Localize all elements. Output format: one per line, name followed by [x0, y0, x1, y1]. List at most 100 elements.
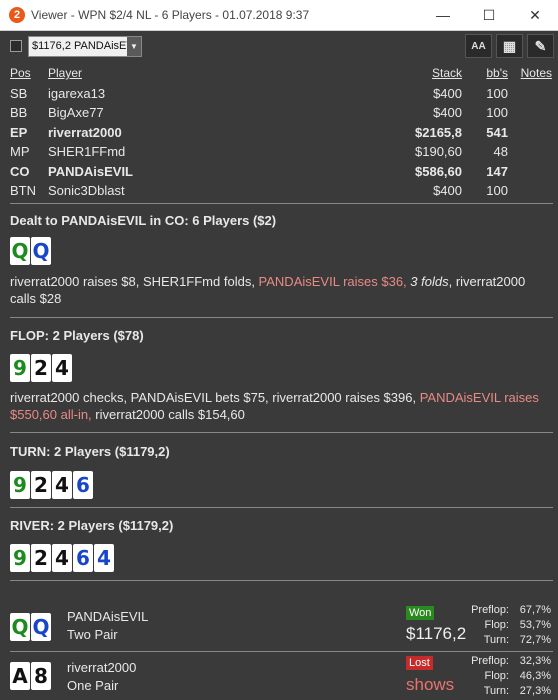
card: Q: [31, 613, 51, 641]
column-header-notes[interactable]: Notes: [521, 66, 552, 80]
column-header-pos[interactable]: Pos: [10, 66, 31, 80]
minimize-button[interactable]: —: [420, 0, 466, 31]
player-cell: riverrat2000: [48, 124, 122, 140]
player-cell: Sonic3Dblast: [48, 183, 125, 198]
pos-cell: CO: [10, 163, 30, 179]
card: 4: [52, 471, 72, 499]
bbs-cell: 541: [486, 124, 508, 140]
card: Q: [10, 613, 30, 641]
maximize-button[interactable]: ☐: [466, 0, 512, 31]
table-row[interactable]: MP SHER1FFmd $190,60 48: [0, 142, 558, 162]
hand-select-dropdown[interactable]: $1176,2 PANDAisEVIL ▼: [28, 35, 142, 57]
column-header-player[interactable]: Player: [48, 66, 82, 80]
river-title: RIVER: 2 Players ($1179,2): [10, 518, 174, 533]
card: 6: [73, 544, 93, 572]
river-cards: 9 2 4 6 4: [10, 544, 114, 572]
player-name: PANDAisEVIL: [67, 609, 149, 624]
player-cell: BigAxe77: [48, 105, 104, 120]
toolbar: $1176,2 PANDAisEVIL ▼ AA ▦ ✎: [0, 31, 558, 61]
grid-icon: ▦: [502, 37, 517, 54]
bbs-cell: 147: [486, 163, 508, 179]
action-text: riverrat2000 calls $154,60: [91, 407, 245, 422]
card: 4: [94, 544, 114, 572]
equity-stats: Preflop: 32,3% Flop: 46,3% Turn: 27,3%: [461, 654, 551, 699]
table-header-row: Pos Player Stack bb's Notes: [0, 64, 558, 84]
equity-value: 67,7%: [519, 604, 551, 616]
table-row[interactable]: BB BigAxe77 $400 100: [0, 103, 558, 123]
card: Q: [10, 237, 30, 265]
preflop-title: Dealt to PANDAisEVIL in CO: 6 Players ($…: [10, 213, 277, 228]
equity-label: Preflop:: [471, 604, 509, 616]
equity-value: 27,3%: [519, 685, 551, 697]
pos-cell: MP: [10, 144, 30, 159]
stack-cell: $586,60: [415, 163, 462, 179]
app-logo-icon: 2: [9, 7, 25, 23]
equity-value: 46,3%: [519, 670, 551, 682]
preflop-actions: riverrat2000 raises $8, SHER1FFmd folds,…: [10, 273, 550, 307]
divider: [10, 317, 553, 318]
turn-title: TURN: 2 Players ($1179,2): [10, 444, 170, 459]
divider: [10, 203, 553, 204]
showdown-cards: A 8: [10, 662, 51, 690]
won-badge: Won: [406, 606, 435, 620]
font-size-button[interactable]: AA: [465, 34, 492, 58]
card: 2: [31, 544, 51, 572]
card: 9: [10, 354, 30, 382]
pencil-icon: ✎: [534, 37, 547, 54]
folds-text: 3 folds: [410, 274, 449, 289]
divider: [10, 432, 553, 433]
equity-label: Flop:: [484, 670, 509, 682]
close-button[interactable]: ✕: [512, 0, 558, 31]
chevron-down-icon[interactable]: ▼: [127, 36, 141, 56]
hand-rank: Two Pair: [67, 627, 118, 642]
equity-label: Preflop:: [471, 655, 509, 667]
column-header-stack[interactable]: Stack: [432, 66, 462, 80]
card: Q: [31, 237, 51, 265]
edit-button[interactable]: ✎: [527, 34, 554, 58]
action-text: riverrat2000 raises $8, SHER1FFmd folds,: [10, 274, 259, 289]
card: 9: [10, 544, 30, 572]
pos-cell: SB: [10, 85, 28, 101]
equity-value: 72,7%: [519, 634, 551, 646]
table-row[interactable]: EP riverrat2000 $2165,8 541: [0, 123, 558, 143]
player-cell: SHER1FFmd: [48, 144, 126, 159]
equity-label: Turn:: [483, 634, 509, 646]
card: 8: [31, 662, 51, 690]
table-row[interactable]: SB igarexa13 $400 100: [0, 84, 558, 104]
card: 6: [73, 471, 93, 499]
player-name: riverrat2000: [67, 660, 137, 675]
card: 4: [52, 354, 72, 382]
column-header-bbs[interactable]: bb's: [486, 66, 508, 80]
flop-actions: riverrat2000 checks, PANDAisEVIL bets $7…: [10, 389, 550, 423]
card: 9: [10, 471, 30, 499]
table-row[interactable]: CO PANDAisEVIL $586,60 147: [0, 162, 558, 182]
hand-select-value: $1176,2 PANDAisEVIL: [32, 40, 127, 52]
pos-cell: BTN: [10, 183, 36, 198]
divider: [10, 580, 553, 581]
player-cell: igarexa13: [48, 85, 106, 101]
players-table: Pos Player Stack bb's Notes SB igarexa13…: [0, 64, 558, 201]
stack-cell: $400: [433, 85, 462, 101]
equity-label: Flop:: [484, 619, 509, 631]
action-text: riverrat2000 checks, PANDAisEVIL bets $7…: [10, 390, 420, 405]
card: 2: [31, 471, 51, 499]
won-amount: $1176,2: [406, 624, 467, 643]
stack-cell: $400: [433, 183, 462, 198]
card: 4: [52, 544, 72, 572]
hole-cards: Q Q: [10, 237, 51, 265]
hero-action-text: PANDAisEVIL raises $36,: [258, 274, 407, 289]
table-row[interactable]: BTN Sonic3Dblast $400 100: [0, 181, 558, 201]
flop-title: FLOP: 2 Players ($78): [10, 328, 144, 343]
player-cell: PANDAisEVIL: [48, 163, 133, 179]
select-checkbox[interactable]: [10, 40, 22, 52]
stack-cell: $2165,8: [415, 124, 462, 140]
stack-cell: $400: [433, 105, 462, 120]
divider: [10, 507, 553, 508]
bbs-cell: 100: [486, 105, 508, 120]
grid-button[interactable]: ▦: [496, 34, 523, 58]
card: A: [10, 662, 30, 690]
equity-label: Turn:: [483, 685, 509, 697]
pos-cell: BB: [10, 105, 28, 120]
card: 2: [31, 354, 51, 382]
bbs-cell: 48: [493, 144, 508, 159]
